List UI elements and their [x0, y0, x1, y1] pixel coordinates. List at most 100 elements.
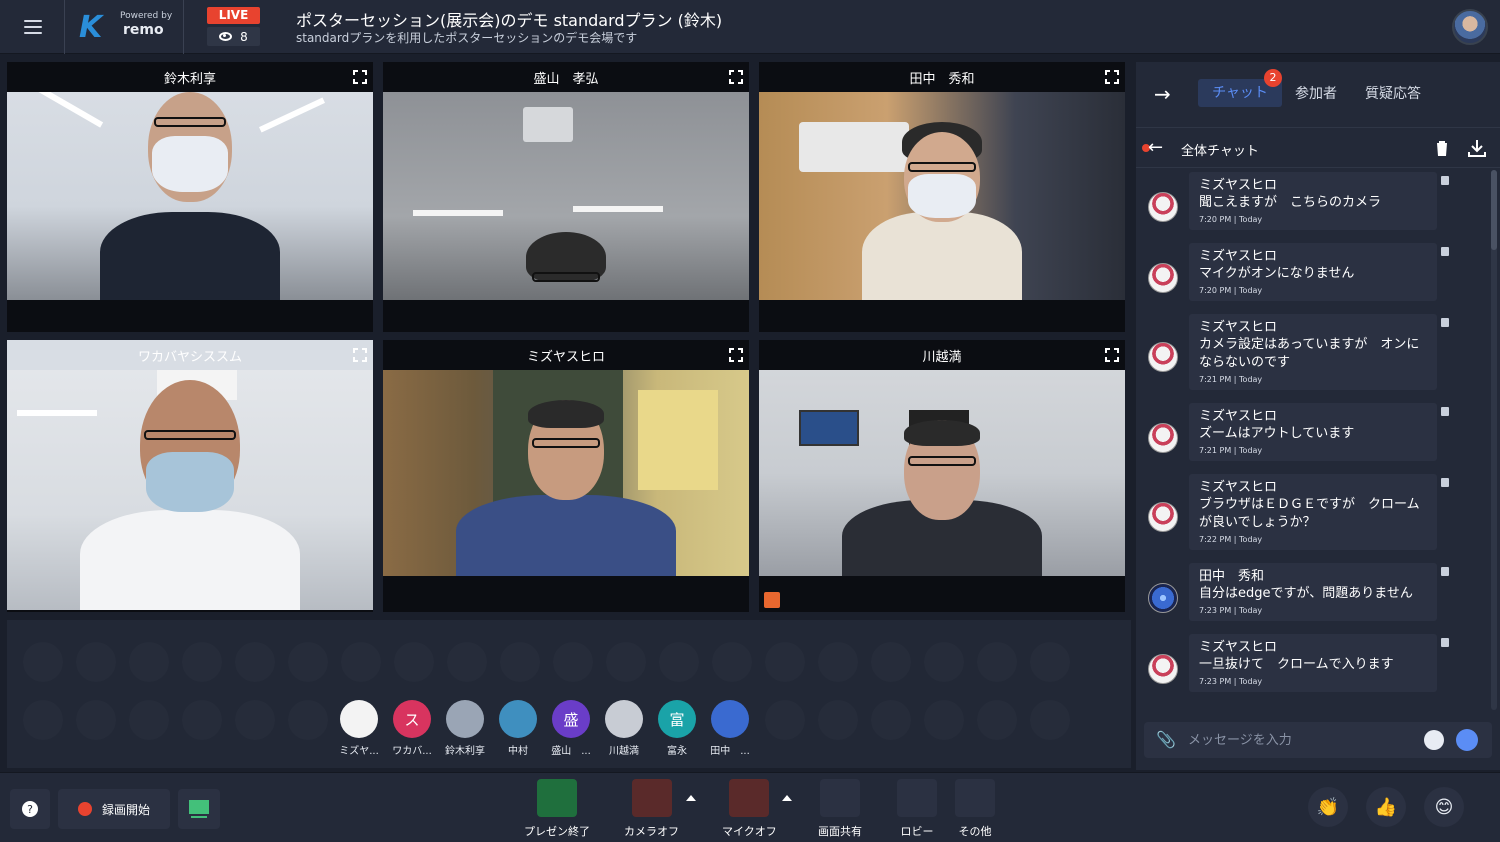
event-title: ポスターセッション(展示会)のデモ standardプラン (鈴木): [296, 11, 723, 30]
expand-icon[interactable]: [729, 69, 743, 84]
tab-participants[interactable]: 参加者: [1295, 83, 1337, 103]
video-tile: 盛山 孝弘: [383, 62, 749, 332]
mic-options-caret[interactable]: [782, 795, 792, 801]
empty-seat[interactable]: [553, 642, 593, 682]
empty-seat[interactable]: [288, 700, 328, 740]
arrow-right-icon[interactable]: →: [1154, 82, 1176, 106]
empty-seat[interactable]: [23, 642, 63, 682]
empty-seat[interactable]: [1030, 700, 1070, 740]
thumbs-up-icon[interactable]: 👍: [1366, 787, 1406, 827]
empty-seat[interactable]: [235, 642, 275, 682]
empty-seat[interactable]: [659, 642, 699, 682]
empty-seat[interactable]: [129, 642, 169, 682]
paperclip-icon[interactable]: 📎: [1156, 730, 1176, 750]
empty-seat[interactable]: [871, 700, 911, 740]
empty-seat[interactable]: [235, 700, 275, 740]
delete-message-icon[interactable]: [1441, 318, 1449, 327]
delete-message-icon[interactable]: [1441, 478, 1449, 487]
participant[interactable]: 盛 盛山 ...: [545, 700, 597, 757]
empty-seat[interactable]: [76, 642, 116, 682]
clap-icon[interactable]: 👏: [1308, 787, 1348, 827]
tab-qa[interactable]: 質疑応答: [1365, 83, 1421, 103]
delete-message-icon[interactable]: [1441, 407, 1449, 416]
empty-seat[interactable]: [818, 642, 858, 682]
empty-seat[interactable]: [818, 700, 858, 740]
empty-seat[interactable]: [712, 642, 752, 682]
empty-seat[interactable]: [977, 642, 1017, 682]
empty-seat[interactable]: [341, 642, 381, 682]
delete-message-icon[interactable]: [1441, 567, 1449, 576]
empty-seat[interactable]: [23, 700, 63, 740]
message-time: 7:23 PM | Today: [1199, 677, 1263, 686]
empty-seat[interactable]: [871, 642, 911, 682]
empty-seat[interactable]: [1030, 642, 1070, 682]
hamburger-menu-button[interactable]: [16, 14, 50, 40]
expand-icon[interactable]: [729, 347, 743, 362]
video-feed: [759, 92, 1125, 300]
empty-seat[interactable]: [129, 700, 169, 740]
message-bubble: ミズヤスヒロ 一旦抜けて クロームで入ります 7:23 PM | Today: [1189, 634, 1437, 692]
empty-seat[interactable]: [977, 700, 1017, 740]
participant[interactable]: 川越満: [598, 700, 650, 757]
empty-seat[interactable]: [182, 642, 222, 682]
tile-name: ミズヤスヒロ: [526, 350, 605, 365]
present-end-button[interactable]: プレゼン終了: [524, 779, 590, 839]
empty-seat[interactable]: [924, 642, 964, 682]
empty-seat[interactable]: [924, 700, 964, 740]
chat-message-input[interactable]: [1188, 729, 1418, 751]
participant-avatar: [499, 700, 537, 738]
message-time: 7:23 PM | Today: [1199, 606, 1263, 615]
participant[interactable]: 中村: [492, 700, 544, 757]
chat-scrollbar[interactable]: [1491, 170, 1497, 710]
emoji-icon[interactable]: [1424, 730, 1444, 750]
message-bubble: ミズヤスヒロ ブラウザはＥＤＧＥですが クロームが良いでしょうか？ 7:22 P…: [1189, 474, 1437, 550]
message-text: ブラウザはＥＤＧＥですが クロームが良いでしょうか？: [1199, 497, 1420, 530]
lobby-button[interactable]: ロビー: [897, 779, 937, 839]
chat-room-title: 全体チャット: [1181, 144, 1259, 159]
message-time: 7:20 PM | Today: [1199, 286, 1263, 295]
board-button[interactable]: [178, 789, 220, 829]
participant[interactable]: ス ワカバ...: [386, 700, 438, 757]
expand-icon[interactable]: [353, 347, 367, 362]
participant[interactable]: 鈴木利享: [439, 700, 491, 757]
more-button[interactable]: その他: [955, 779, 995, 839]
help-button[interactable]: ?: [10, 789, 50, 829]
expand-icon[interactable]: [1105, 347, 1119, 362]
back-arrow-icon[interactable]: ←: [1148, 137, 1163, 158]
mic-off-button[interactable]: マイクオフ: [722, 779, 777, 839]
delete-message-icon[interactable]: [1441, 176, 1449, 185]
empty-seat[interactable]: [500, 642, 540, 682]
empty-seat[interactable]: [394, 642, 434, 682]
screen-share-button[interactable]: 画面共有: [818, 779, 862, 839]
participant[interactable]: ミズヤ...: [333, 700, 385, 757]
expand-icon[interactable]: [353, 69, 367, 84]
empty-seat[interactable]: [606, 642, 646, 682]
delete-message-icon[interactable]: [1441, 638, 1449, 647]
message-avatar: [1148, 654, 1178, 684]
video-tile: 川越満: [759, 340, 1125, 612]
camera-off-button[interactable]: カメラオフ: [624, 779, 679, 839]
empty-seat[interactable]: [765, 700, 805, 740]
empty-seat[interactable]: [182, 700, 222, 740]
tile-name: ワカバヤシススム: [137, 350, 242, 365]
viewer-count-value: 8: [240, 29, 248, 44]
user-avatar[interactable]: [1452, 9, 1488, 45]
empty-seat[interactable]: [288, 642, 328, 682]
empty-seat[interactable]: [765, 642, 805, 682]
send-icon[interactable]: [1456, 729, 1478, 751]
delete-message-icon[interactable]: [1441, 247, 1449, 256]
participant[interactable]: 田中 ...: [704, 700, 756, 757]
mic-off-icon: [729, 779, 770, 817]
empty-seat[interactable]: [76, 700, 116, 740]
trash-icon[interactable]: [1434, 139, 1450, 157]
emoji-react-icon[interactable]: 😊: [1424, 787, 1464, 827]
empty-seat[interactable]: [447, 642, 487, 682]
record-button[interactable]: 録画開始: [58, 789, 170, 829]
lobby-label: ロビー: [900, 825, 934, 838]
participant-avatar: [446, 700, 484, 738]
participant[interactable]: 富 富永: [651, 700, 703, 757]
download-icon[interactable]: [1468, 139, 1486, 157]
expand-icon[interactable]: [1105, 69, 1119, 84]
camera-options-caret[interactable]: [686, 795, 696, 801]
scrollbar-thumb[interactable]: [1491, 170, 1497, 250]
